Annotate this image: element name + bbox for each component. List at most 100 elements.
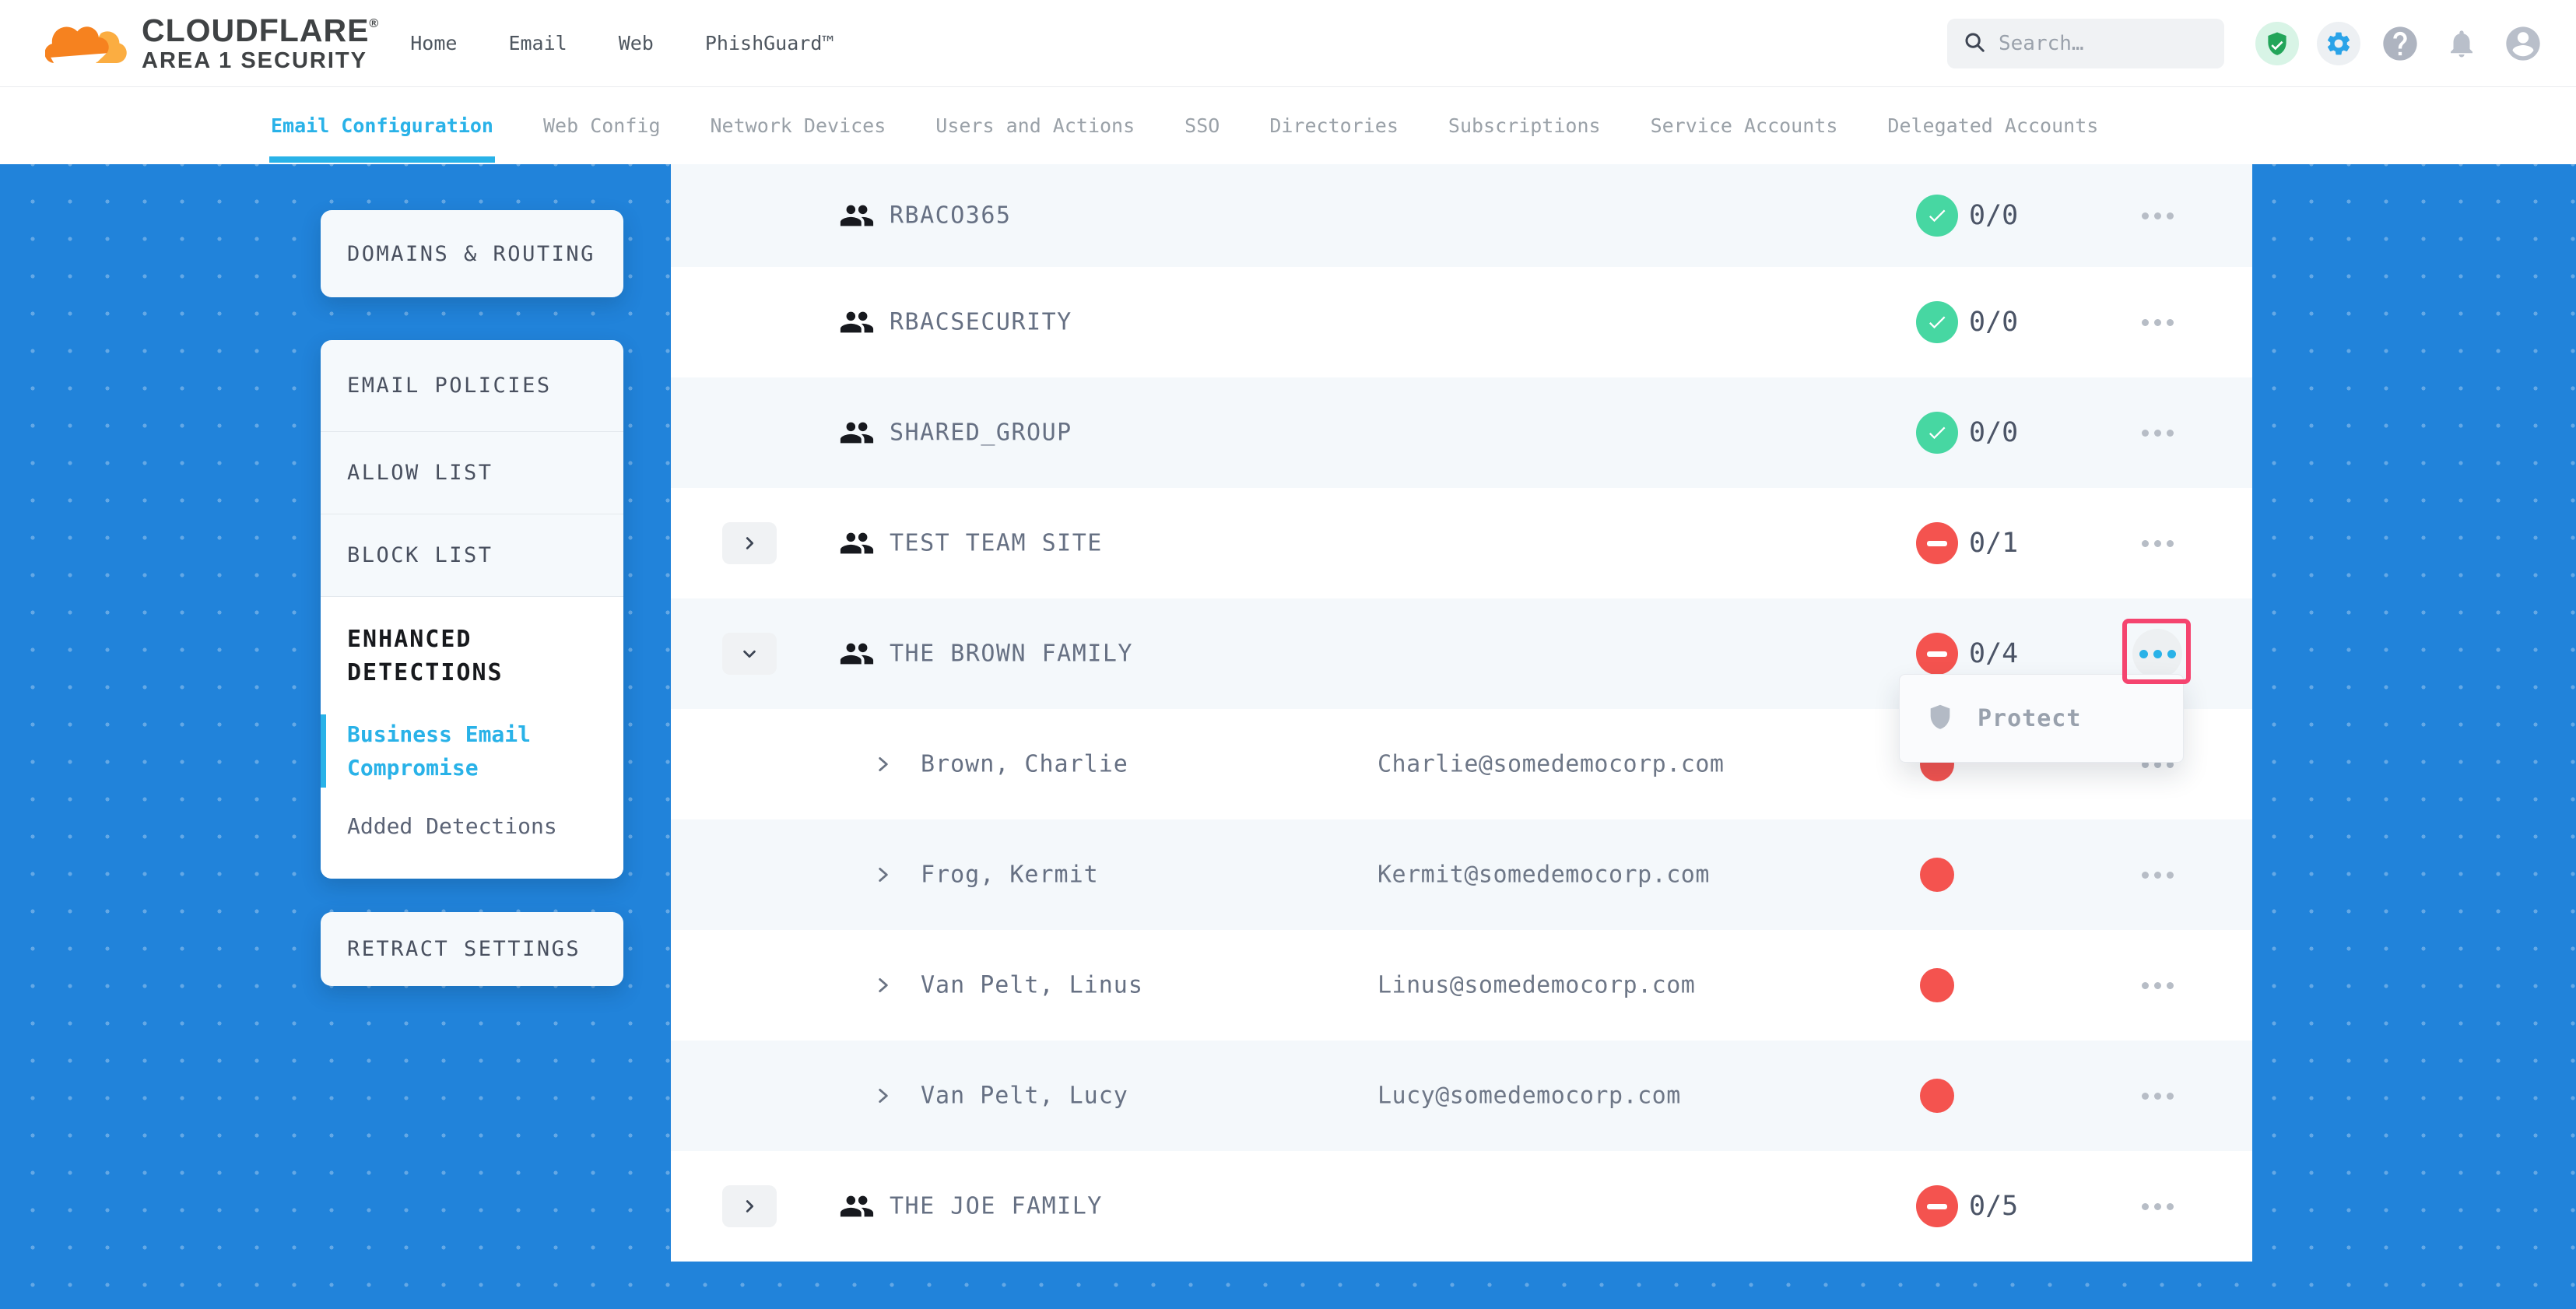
tab-network-devices[interactable]: Network Devices	[711, 114, 886, 137]
tab-directories[interactable]: Directories	[1269, 114, 1399, 137]
sidebar-item-email-policies[interactable]: EMAIL POLICIES	[321, 340, 623, 432]
user-name: Brown, Charlie	[921, 751, 1128, 778]
page-background: DOMAINS & ROUTING EMAIL POLICIES ALLOW LI…	[0, 164, 2576, 1309]
row-menu-button[interactable]	[2132, 518, 2182, 568]
caret-icon	[873, 1086, 893, 1106]
tab-subscriptions[interactable]: Subscriptions	[1448, 114, 1601, 137]
menu-item-protect[interactable]: Protect	[1978, 705, 2081, 732]
row-menu-button[interactable]	[2132, 408, 2182, 458]
sidebar-item-added-detections[interactable]: Added Detections	[347, 809, 600, 843]
settings-icon[interactable]	[2317, 22, 2360, 65]
section-tabs: Email Configuration Web Config Network Dev…	[0, 87, 2576, 164]
search-icon	[1963, 30, 1986, 57]
protection-count: 0/0	[1969, 200, 2018, 231]
user-email: Linus@somedemocorp.com	[1377, 972, 1695, 999]
sidebar-enhanced-detections: ENHANCED DETECTIONS Business Email Compr…	[321, 597, 623, 879]
protection-count: 0/4	[1969, 638, 2018, 669]
sidebar-label: DOMAINS & ROUTING	[347, 242, 595, 266]
protection-count: 0/5	[1969, 1191, 2018, 1222]
sidebar-item-allow-list[interactable]: ALLOW LIST	[321, 432, 623, 514]
tab-email-configuration[interactable]: Email Configuration	[271, 114, 493, 137]
sidebar-label: RETRACT SETTINGS	[347, 937, 581, 961]
status-dot-icon	[1920, 858, 1954, 892]
status-blocked-icon	[1916, 522, 1958, 564]
notifications-icon[interactable]	[2440, 22, 2483, 65]
user-name: Frog, Kermit	[921, 862, 1099, 889]
enhanced-detections-title: ENHANCED DETECTIONS	[347, 623, 600, 690]
cloudflare-logo[interactable]: CLOUDFLARE® AREA 1 SECURITY	[45, 14, 379, 73]
row-context-menu: Protect	[1899, 674, 2184, 763]
nav-home[interactable]: Home	[410, 32, 457, 54]
table-row-group[interactable]: RBACO365 0/0	[671, 164, 2252, 267]
row-menu-button[interactable]	[2132, 960, 2182, 1010]
sidebar-policy-list: EMAIL POLICIES ALLOW LIST BLOCK LIST	[321, 340, 623, 597]
tab-sso[interactable]: SSO	[1184, 114, 1220, 137]
tab-web-config[interactable]: Web Config	[543, 114, 661, 137]
group-icon	[839, 198, 875, 233]
sidebar-item-retract-settings[interactable]: RETRACT SETTINGS	[321, 912, 623, 986]
status-blocked-icon	[1916, 1185, 1958, 1227]
chevron-right-icon	[741, 645, 758, 662]
status-blocked-icon	[1916, 633, 1958, 675]
chevron-right-icon	[741, 1198, 758, 1215]
caret-icon	[873, 865, 893, 885]
group-name: RBACO365	[890, 202, 1012, 230]
sidebar-item-domains-routing[interactable]: DOMAINS & ROUTING	[321, 210, 623, 297]
expand-toggle-button[interactable]	[722, 633, 777, 675]
user-email: Charlie@somedemocorp.com	[1377, 751, 1724, 778]
chevron-right-icon	[741, 535, 758, 552]
table-row-user[interactable]: Van Pelt, Linus Linus@somedemocorp.com	[671, 930, 2252, 1041]
user-name: Van Pelt, Lucy	[921, 1083, 1128, 1110]
group-name: RBACSECURITY	[890, 309, 1072, 336]
row-menu-button[interactable]	[2132, 1181, 2182, 1231]
status-dot-icon	[1920, 1079, 1954, 1113]
group-icon	[839, 304, 875, 340]
protection-count: 0/0	[1969, 417, 2018, 448]
annotation-highlight-box	[2122, 619, 2191, 684]
row-menu-button[interactable]	[2132, 297, 2182, 347]
table-row-group[interactable]: RBACSECURITY 0/0	[671, 267, 2252, 377]
sidebar-label: EMAIL POLICIES	[347, 374, 552, 398]
sidebar-label: BLOCK LIST	[347, 543, 493, 567]
search-box[interactable]	[1947, 19, 2224, 68]
group-name: SHARED_GROUP	[890, 419, 1072, 447]
sidebar-item-business-email-compromise[interactable]: Business Email Compromise	[347, 718, 600, 784]
row-menu-button[interactable]	[2132, 850, 2182, 900]
nav-email[interactable]: Email	[508, 32, 567, 54]
sidebar-item-block-list[interactable]: BLOCK LIST	[321, 514, 623, 597]
nav-web[interactable]: Web	[619, 32, 654, 54]
brand-product: AREA 1 SECURITY	[142, 49, 367, 72]
tab-users-and-actions[interactable]: Users and Actions	[935, 114, 1135, 137]
search-input[interactable]	[1999, 32, 2209, 55]
brand-wordmark: CLOUDFLARE®	[142, 14, 379, 47]
expand-toggle-button[interactable]	[722, 522, 777, 564]
security-status-icon[interactable]	[2255, 22, 2299, 65]
row-menu-button[interactable]	[2132, 1071, 2182, 1121]
tab-delegated-accounts[interactable]: Delegated Accounts	[1887, 114, 2098, 137]
account-icon[interactable]	[2501, 22, 2545, 65]
help-icon[interactable]	[2378, 22, 2422, 65]
group-name: THE BROWN FAMILY	[890, 640, 1133, 668]
sidebar-policies-card: EMAIL POLICIES ALLOW LIST BLOCK LIST ENHAN…	[321, 340, 623, 879]
protection-count: 0/1	[1969, 528, 2018, 559]
table-row-user[interactable]: Van Pelt, Lucy Lucy@somedemocorp.com	[671, 1041, 2252, 1151]
shield-icon	[1926, 703, 1954, 734]
table-row-group[interactable]: SHARED_GROUP 0/0	[671, 377, 2252, 488]
expand-toggle-button[interactable]	[722, 1185, 777, 1227]
table-row-user[interactable]: Frog, Kermit Kermit@somedemocorp.com	[671, 819, 2252, 930]
group-icon	[839, 415, 875, 451]
table-row-group[interactable]: TEST TEAM SITE 0/1	[671, 488, 2252, 598]
tab-service-accounts[interactable]: Service Accounts	[1651, 114, 1838, 137]
row-menu-button[interactable]	[2132, 191, 2182, 240]
group-icon	[839, 525, 875, 561]
main-nav: Home Email Web PhishGuard™	[410, 32, 834, 54]
caret-icon	[873, 975, 893, 995]
status-protected-icon	[1916, 195, 1958, 237]
sidebar-label: ALLOW LIST	[347, 461, 493, 485]
user-email: Lucy@somedemocorp.com	[1377, 1083, 1681, 1110]
nav-phishguard[interactable]: PhishGuard™	[705, 32, 834, 54]
user-name: Van Pelt, Linus	[921, 972, 1143, 999]
protection-count: 0/0	[1969, 307, 2018, 338]
table-row-group[interactable]: THE JOE FAMILY 0/5	[671, 1151, 2252, 1262]
status-dot-icon	[1920, 968, 1954, 1002]
